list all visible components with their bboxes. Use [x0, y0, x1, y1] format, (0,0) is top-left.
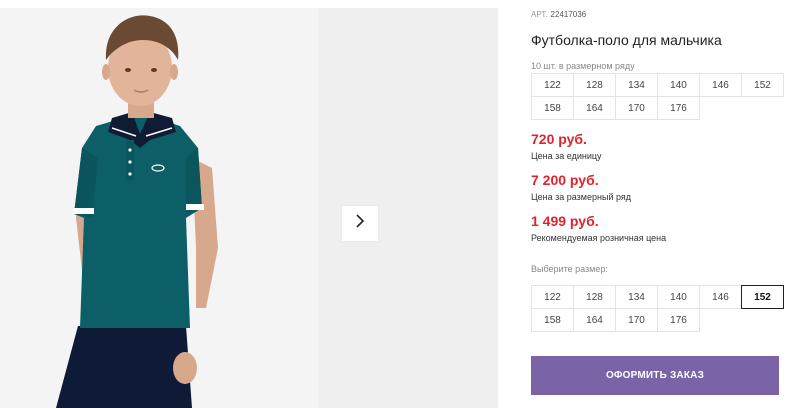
product-photo: [0, 8, 318, 408]
chevron-right-icon: [354, 214, 366, 233]
pack-size-cell: 158: [531, 96, 574, 120]
size-option[interactable]: 158: [531, 308, 574, 332]
size-option[interactable]: 134: [615, 285, 658, 309]
pack-size-cell: 164: [573, 96, 616, 120]
product-sku: АРТ. 22417036: [531, 10, 586, 19]
size-option[interactable]: 176: [657, 308, 700, 332]
sku-label: АРТ.: [531, 10, 548, 19]
product-gallery: [0, 8, 498, 408]
sku-value: 22417036: [550, 10, 587, 19]
size-option[interactable]: 146: [699, 285, 742, 309]
pack-size-cell: 170: [615, 96, 658, 120]
pack-size-grid: 122 128 134 140 146 152 158 164 170 176: [531, 73, 784, 120]
size-option-selected[interactable]: 152: [741, 285, 784, 309]
gallery-next-button[interactable]: [341, 205, 379, 242]
size-selector: 122 128 134 140 146 152 158 164 170 176: [531, 285, 784, 332]
choose-size-label: Выберите размер:: [531, 264, 608, 274]
pack-size-cell: 128: [573, 73, 616, 97]
size-option[interactable]: 140: [657, 285, 700, 309]
retail-price: 1 499 руб.: [531, 213, 599, 229]
pack-size-cell: 152: [741, 73, 784, 97]
size-option[interactable]: 122: [531, 285, 574, 309]
pack-size-label: 10 шт. в размерном ряду: [531, 61, 635, 71]
pack-size-cell: 122: [531, 73, 574, 97]
product-title: Футболка-поло для мальчика: [531, 32, 722, 48]
pack-price-caption: Цена за размерный ряд: [531, 192, 632, 202]
size-option[interactable]: 128: [573, 285, 616, 309]
unit-price-caption: Цена за единицу: [531, 151, 602, 161]
pack-price: 7 200 руб.: [531, 172, 599, 188]
size-option[interactable]: 170: [615, 308, 658, 332]
boy-in-polo-image: [56, 15, 218, 408]
unit-price: 720 руб.: [531, 131, 587, 147]
retail-price-caption: Рекомендуемая розничная цена: [531, 233, 667, 243]
place-order-button[interactable]: ОФОРМИТЬ ЗАКАЗ: [531, 356, 779, 395]
pack-size-cell: 146: [699, 73, 742, 97]
pack-size-cell: 176: [657, 96, 700, 120]
pack-size-cell: 140: [657, 73, 700, 97]
size-option[interactable]: 164: [573, 308, 616, 332]
pack-size-cell: 134: [615, 73, 658, 97]
